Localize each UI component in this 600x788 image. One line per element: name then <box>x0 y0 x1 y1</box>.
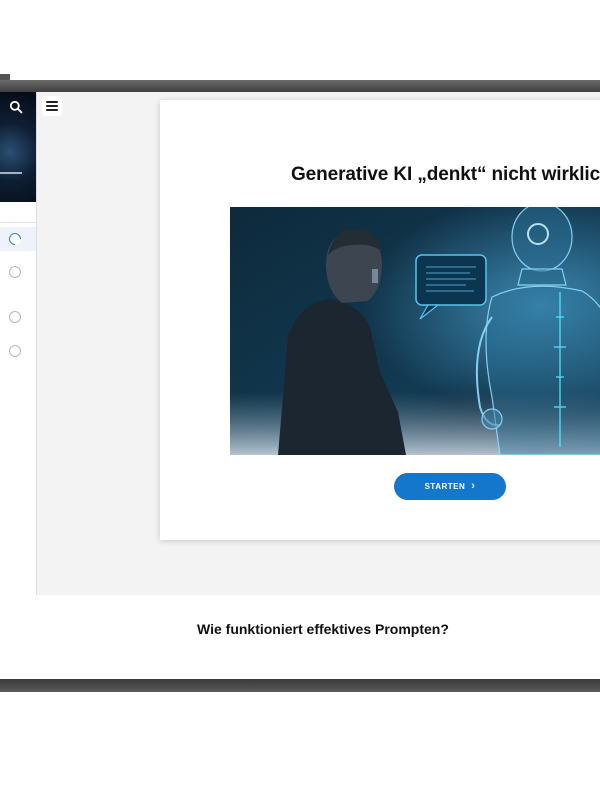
lesson-card: Generative KI „denkt“ nicht wirklich STA… <box>160 100 600 540</box>
device-frame-bottom <box>0 679 600 692</box>
course-screen: Generative KI „denkt“ nicht wirklich STA… <box>0 92 600 679</box>
lesson-status-icon[interactable] <box>9 311 21 323</box>
course-sidebar <box>0 92 37 679</box>
sidebar-divider <box>0 222 36 223</box>
device-frame-top <box>0 80 600 92</box>
next-lesson-title: Wie funktioniert effektives Prompten? <box>197 621 449 637</box>
start-button[interactable]: STARTEN › <box>394 473 506 500</box>
start-button-label: STARTEN <box>424 482 466 491</box>
progress-line <box>0 172 22 174</box>
lesson-hero-image <box>230 207 600 455</box>
lesson-status-icon[interactable] <box>9 345 21 357</box>
next-lesson-section: Wie funktioniert effektives Prompten? <box>36 595 600 679</box>
lesson-status-icon[interactable] <box>9 266 21 278</box>
hamburger-menu-icon[interactable] <box>42 96 62 116</box>
search-icon[interactable] <box>9 100 23 114</box>
sidebar-course-banner <box>0 92 36 202</box>
lesson-title: Generative KI „denkt“ nicht wirklich <box>291 164 600 185</box>
chevron-right-icon: › <box>471 480 476 492</box>
